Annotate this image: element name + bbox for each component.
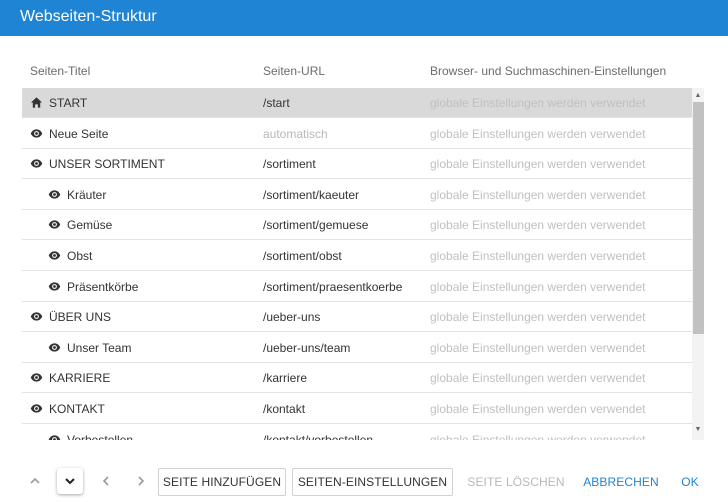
table-row[interactable]: KARRIERE/karriere globale Einstellungen w… xyxy=(22,363,692,394)
add-page-button[interactable]: SEITE HINZUFÜGEN xyxy=(158,468,286,496)
row-url: /karriere xyxy=(263,371,308,386)
chevron-left-icon xyxy=(102,476,109,486)
table-row[interactable]: UNSER SORTIMENT/sortiment globale Einstel… xyxy=(22,149,692,180)
table-row[interactable]: KONTAKT/kontakt globale Einstellungen wer… xyxy=(22,394,692,424)
row-url: automatisch xyxy=(263,126,328,141)
row-url: /ueber-uns xyxy=(263,310,321,325)
row-url: /ueber-uns/team xyxy=(263,340,351,355)
table-row[interactable]: Neue Seite automatisch globale Einstellung… xyxy=(22,119,692,149)
dialog-header: Webseiten-Struktur xyxy=(0,0,728,36)
row-browser-settings: globale Einstellungen werden verwendet xyxy=(430,402,646,416)
row-title: Präsentkörbe xyxy=(67,279,139,294)
row-url: /sortiment/gemuese xyxy=(263,218,369,233)
table-row[interactable]: ÜBER UNS/ueber-uns globale Einstellungen … xyxy=(22,302,692,333)
column-header-browser: Browser- und Suchmaschinen-Einstellungen xyxy=(430,64,667,78)
move-right-button[interactable] xyxy=(128,468,154,494)
scroll-down-arrow-icon[interactable]: ▼ xyxy=(692,424,704,436)
row-url: /sortiment/praesentkoerbe xyxy=(263,279,403,294)
row-browser-settings: globale Einstellungen werden verwendet xyxy=(430,126,646,141)
dialog-title: Webseiten-Struktur xyxy=(20,8,157,25)
row-title: Kräuter xyxy=(67,187,107,202)
cancel-button[interactable]: ABBRECHEN xyxy=(578,468,664,496)
eye-icon[interactable] xyxy=(30,371,44,385)
row-browser-settings: globale Einstellungen werden verwendet xyxy=(430,249,646,263)
column-header-title: Seiten-Titel xyxy=(30,64,91,78)
row-url: /start xyxy=(263,96,290,110)
row-title: UNSER SORTIMENT xyxy=(49,157,165,172)
page-structure-table: START/start globale Einstellungen werden … xyxy=(22,88,706,440)
chevron-down-icon xyxy=(65,478,75,485)
row-browser-settings: globale Einstellungen werden verwendet xyxy=(430,218,646,233)
row-title: KARRIERE xyxy=(49,371,111,386)
row-browser-settings: globale Einstellungen werden verwendet xyxy=(430,371,646,386)
table-row[interactable]: START/start globale Einstellungen werden … xyxy=(22,88,692,118)
eye-icon[interactable] xyxy=(48,218,62,232)
table-row[interactable]: Unser Team/ueber-uns/team globale Einstel… xyxy=(22,333,692,363)
delete-page-button[interactable]: SEITE LÖSCHEN xyxy=(461,468,571,496)
row-title: Gemüse xyxy=(67,218,113,233)
chevron-up-icon xyxy=(30,477,40,484)
eye-icon[interactable] xyxy=(48,188,62,202)
home-icon[interactable] xyxy=(30,96,44,110)
eye-icon[interactable] xyxy=(48,249,62,263)
row-title: Neue Seite xyxy=(49,126,109,141)
move-up-button[interactable] xyxy=(22,468,48,494)
table-row[interactable]: Präsentkörbe/sortiment/praesentkoerbe glo… xyxy=(22,272,692,302)
table-row[interactable]: Obst/sortiment/obst globale Einstellungen… xyxy=(22,241,692,271)
row-browser-settings: globale Einstellungen werden verwendet xyxy=(430,96,646,110)
row-title: START xyxy=(49,96,88,110)
row-browser-settings: globale Einstellungen werden verwendet xyxy=(430,279,646,294)
row-browser-settings: globale Einstellungen werden verwendet xyxy=(430,310,646,325)
row-title: Unser Team xyxy=(67,340,132,355)
page-settings-button[interactable]: SEITEN-EINSTELLUNGEN xyxy=(292,468,453,496)
table-row[interactable]: Kräuter/sortiment/kaeuter globale Einstel… xyxy=(22,180,692,210)
row-browser-settings: globale Einstellungen werden verwendet xyxy=(430,157,646,172)
ok-button[interactable]: OK xyxy=(672,468,708,496)
row-title: ÜBER UNS xyxy=(49,310,112,325)
chevron-right-icon xyxy=(138,476,145,486)
row-url: /sortiment/kaeuter xyxy=(263,187,360,202)
row-browser-settings: globale Einstellungen werden verwendet xyxy=(430,432,646,440)
scrollbar-thumb[interactable] xyxy=(693,102,704,334)
table-row[interactable]: Vorbestellen/kontakt/vorbestellen globale… xyxy=(22,425,692,440)
row-browser-settings: globale Einstellungen werden verwendet xyxy=(430,340,646,355)
eye-icon[interactable] xyxy=(48,280,62,294)
row-url: /kontakt xyxy=(263,402,306,416)
eye-icon[interactable] xyxy=(30,310,44,324)
row-browser-settings: globale Einstellungen werden verwendet xyxy=(430,187,646,202)
row-url: /sortiment/obst xyxy=(263,249,342,263)
row-title: KONTAKT xyxy=(49,402,105,416)
row-url: /sortiment xyxy=(263,157,316,172)
row-url: /kontakt/vorbestellen xyxy=(263,432,374,440)
row-title: Obst xyxy=(67,249,93,263)
table-row[interactable]: Gemüse/sortiment/gemuese globale Einstell… xyxy=(22,210,692,241)
scroll-up-arrow-icon[interactable]: ▲ xyxy=(692,90,704,102)
column-header-url: Seiten-URL xyxy=(263,64,326,78)
eye-icon[interactable] xyxy=(30,402,44,416)
dialog-footer: SEITE HINZUFÜGEN SEITEN-EINSTELLUNGEN SE… xyxy=(0,462,728,502)
move-down-button[interactable] xyxy=(57,468,83,494)
move-left-button[interactable] xyxy=(93,468,119,494)
eye-icon[interactable] xyxy=(30,157,44,171)
eye-icon[interactable] xyxy=(48,341,62,355)
eye-icon[interactable] xyxy=(30,127,44,141)
row-title: Vorbestellen xyxy=(67,432,134,440)
eye-icon[interactable] xyxy=(48,433,62,440)
